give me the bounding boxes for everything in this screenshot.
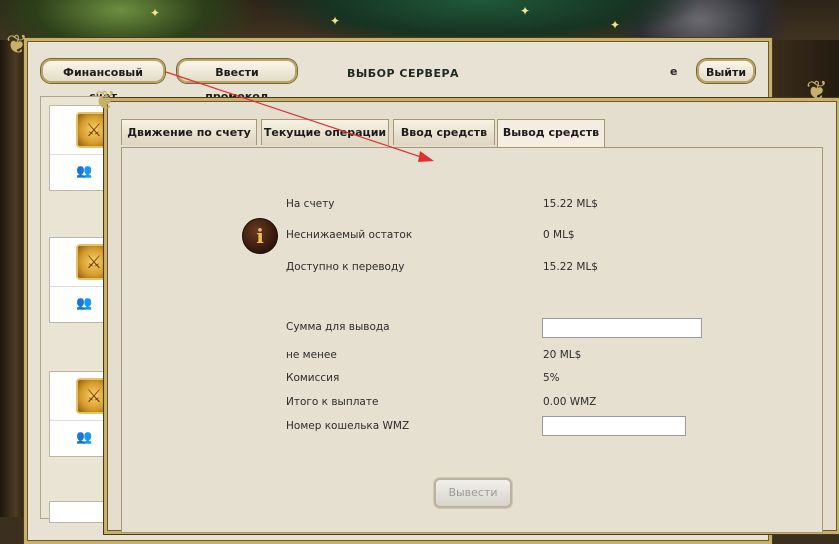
logout-button[interactable]: Выйти: [697, 59, 755, 83]
sparkle-icon: ✦: [330, 14, 341, 28]
divider: [50, 420, 108, 421]
list-item[interactable]: [49, 501, 109, 523]
tab-withdraw[interactable]: Вывод средств: [497, 119, 605, 148]
promo-code-button[interactable]: Ввести промокод: [177, 59, 297, 103]
left-decor: [0, 40, 26, 517]
min-amount-value: 20 ML$: [543, 349, 582, 361]
divider: [50, 286, 108, 287]
min-rest-value: 0 ML$: [543, 229, 575, 241]
commission-label: Комиссия: [286, 372, 340, 384]
top-toolbar: Финансовый счет Ввести промокод ВЫБОР СЕ…: [27, 41, 769, 103]
available-label: Доступно к переводу: [286, 261, 405, 273]
available-value: 15.22 ML$: [543, 261, 598, 273]
group-people-icon: 👥: [76, 430, 93, 445]
tab-account-history[interactable]: Движение по счету: [121, 119, 257, 145]
withdraw-panel: i На счету 15.22 ML$ Неснижаемый остаток…: [121, 147, 823, 533]
amount-input[interactable]: [542, 318, 702, 338]
list-item[interactable]: ⚔ 👥: [49, 371, 112, 457]
sparkle-icon: ✦: [610, 18, 621, 32]
min-rest-label: Неснижаемый остаток: [286, 229, 413, 241]
balance-value: 15.22 ML$: [543, 198, 598, 210]
sparkle-icon: ✦: [520, 4, 531, 18]
commission-value: 5%: [543, 372, 560, 384]
min-amount-label: не менее: [286, 349, 337, 361]
group-people-icon: 👥: [76, 164, 93, 179]
sparkle-icon: ✦: [150, 6, 161, 20]
finance-account-button[interactable]: Финансовый счет: [41, 59, 165, 103]
tab-deposit[interactable]: Ввод средств: [393, 119, 495, 145]
list-item[interactable]: ⚔ 👥: [49, 105, 112, 191]
total-label: Итого к выплате: [286, 396, 379, 408]
user-label: e: [670, 65, 678, 78]
server-select-title[interactable]: ВЫБОР СЕРВЕРА: [347, 67, 459, 80]
total-value: 0.00 WMZ: [543, 396, 597, 408]
list-item[interactable]: ⚔ 👥: [49, 237, 112, 323]
amount-label: Сумма для вывода: [286, 321, 390, 333]
info-icon: i: [242, 218, 278, 254]
server-list: ⚔ 👥 ⚔ 👥 ⚔ 👥: [40, 96, 112, 523]
dragon-ornament-icon: ❦: [6, 30, 28, 60]
tab-current-operations[interactable]: Текущие операции: [261, 119, 389, 145]
dragon-ornament-icon: ❦: [806, 76, 828, 106]
finance-dialog: Движение по счету Текущие операции Ввод …: [104, 98, 839, 534]
group-people-icon: 👥: [76, 296, 93, 311]
balance-label: На счету: [286, 198, 335, 210]
withdraw-button[interactable]: Вывести: [434, 478, 512, 508]
dragon-ornament-icon: ❦: [94, 86, 116, 116]
divider: [50, 154, 108, 155]
wallet-input[interactable]: [542, 416, 686, 436]
wallet-label: Номер кошелька WMZ: [286, 420, 410, 432]
